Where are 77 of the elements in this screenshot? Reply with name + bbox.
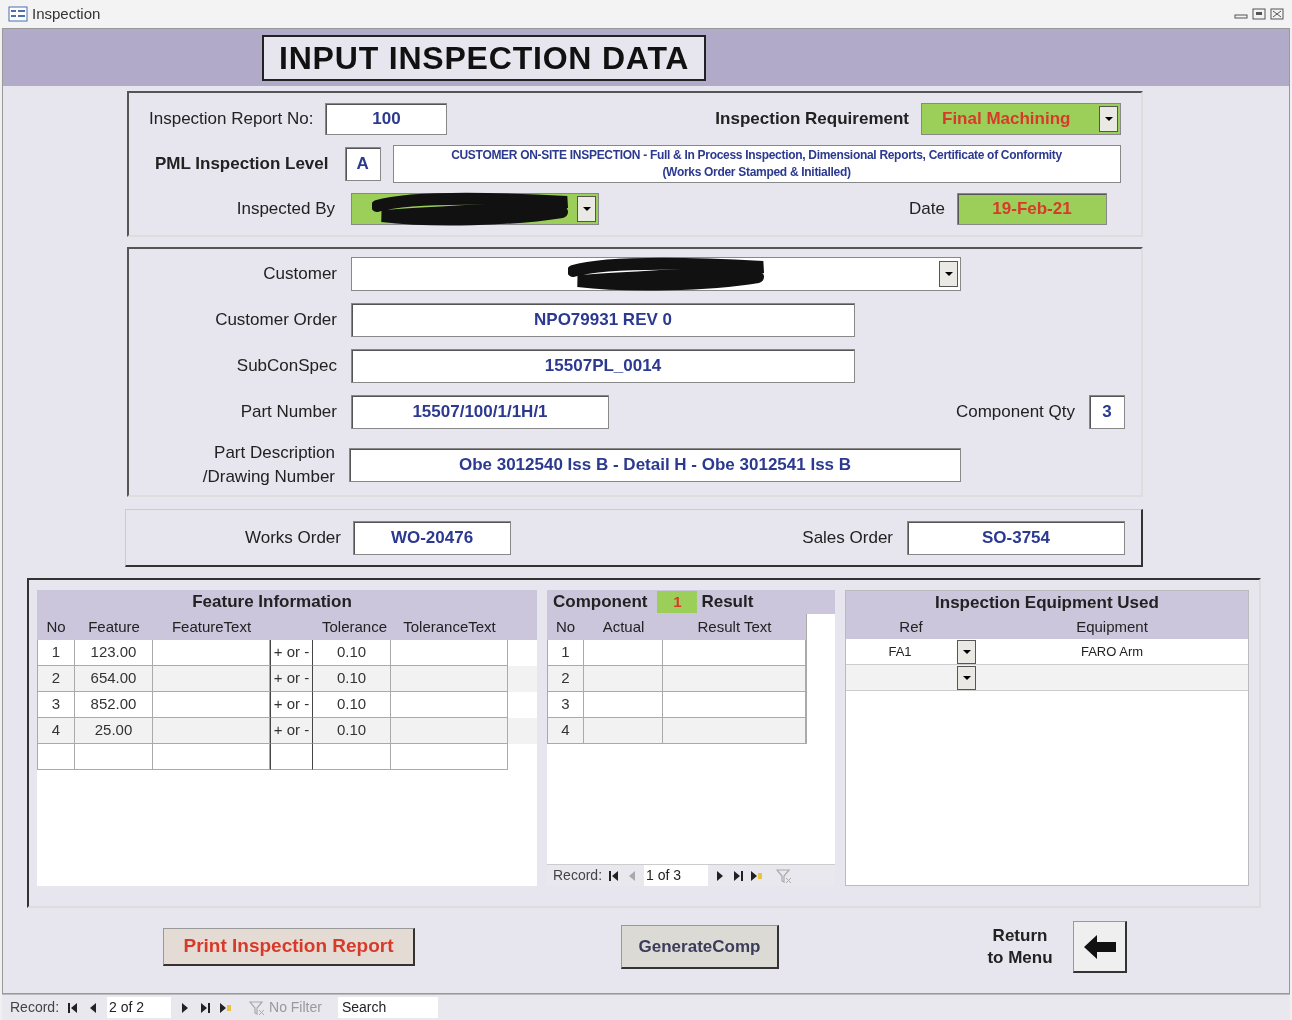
sales-order-field[interactable]: SO-3754 [907,520,1125,555]
subconspec-field[interactable]: 15507PL_0014 [351,349,855,383]
field-label: PML Inspection Level [154,153,329,176]
column-header: Result Text [696,616,773,637]
field-label: Inspection Report No: [149,108,314,131]
caret-icon [582,207,591,211]
left-arrow-icon [1082,933,1117,960]
part-description-field[interactable]: Obe 3012540 Iss B - Detail H - Obe 3012541 Iss B [349,448,961,482]
dropdown-button[interactable] [1099,106,1118,132]
table-cell-text: FARO Arm [1079,642,1145,661]
level-field[interactable]: A [344,147,381,181]
section-heading: Component [553,591,648,614]
last-icon[interactable] [732,869,745,882]
dropdown-button[interactable] [577,196,596,222]
caret-icon [962,649,971,654]
record-position-field[interactable]: 1 of 3 [644,865,709,886]
section-heading: Result [701,591,754,614]
new-record-icon[interactable] [219,1001,232,1014]
column-header: Equipment [1075,616,1149,637]
customer-dropdown[interactable] [351,257,961,291]
field-label: Inspected By [235,198,335,221]
column-header: Ref [898,616,924,637]
first-icon[interactable] [608,869,621,882]
dropdown-button[interactable] [957,639,976,664]
form-icon [8,6,28,22]
field-label: Customer [262,263,337,286]
filter-icon [776,868,793,883]
filter-icon [249,1000,266,1015]
table-cell [37,744,75,770]
caret-icon [962,675,971,680]
new-record-icon[interactable] [750,869,763,882]
caret-icon [944,272,953,276]
form-title: INPUT INSPECTION DATA [262,34,707,81]
column-header: Tolerance [320,616,388,637]
inspected-by-dropdown[interactable] [351,193,599,225]
section-heading: Inspection Equipment Used [935,592,1159,614]
record-label: Record: [553,866,603,885]
return-to-menu-label: Return to Menu [986,925,1054,969]
field-label: Works Order [243,526,341,549]
column-header: Feature [87,616,141,637]
field-label: Sales Order [802,526,893,549]
level-description-field: CUSTOMER ON-SITE INSPECTION - Full & In Process Inspection, Dimensional Reports, Certificate of Conformity (Works Order Stamped & Initialled) [392,145,1121,183]
record-position-field[interactable]: 2 of 2 [107,997,172,1018]
last-icon[interactable] [199,1001,212,1014]
dropdown-button[interactable] [939,261,958,287]
field-label: Date [909,198,945,221]
field-label: Inspection Requirement [715,108,909,131]
table-cell: 4 [547,718,584,744]
part-number-field[interactable]: 15507/100/1/1H/1 [351,395,609,429]
field-label: Part Number [239,401,337,424]
column-header: FeatureText [170,616,253,637]
ref-dropdown[interactable]: FA1 [846,639,976,664]
record-label: Record: [10,998,60,1017]
restore-icon[interactable] [1252,8,1266,20]
caret-icon [1104,117,1113,121]
works-order-field[interactable]: WO-20476 [353,520,511,555]
return-button[interactable] [1073,921,1127,973]
tolerance-sign-cell [270,744,313,770]
window-title: Inspection [32,3,101,24]
field-label: Component Qty [955,401,1075,424]
field-label: Part Description [214,442,335,464]
first-icon[interactable] [67,1001,80,1014]
component-qty-field[interactable]: 3 [1089,395,1125,429]
section-heading: Feature Information [192,591,352,613]
dropdown-button[interactable] [957,665,976,690]
search-field[interactable]: Search [337,997,438,1018]
column-header: No [554,616,577,637]
customer-order-field[interactable]: NPO79931 REV 0 [351,303,855,337]
column-header: ToleranceText [402,616,497,637]
field-label: Customer Order [214,309,337,332]
generate-comp-button[interactable]: GenerateComp [621,925,779,969]
column-header: Actual [601,616,646,637]
report-no-field[interactable]: 100 [325,103,448,135]
field-label: /Drawing Number [202,466,335,488]
close-icon[interactable] [1270,8,1284,20]
column-header: No [45,616,67,637]
field-label: SubConSpec [235,355,337,378]
